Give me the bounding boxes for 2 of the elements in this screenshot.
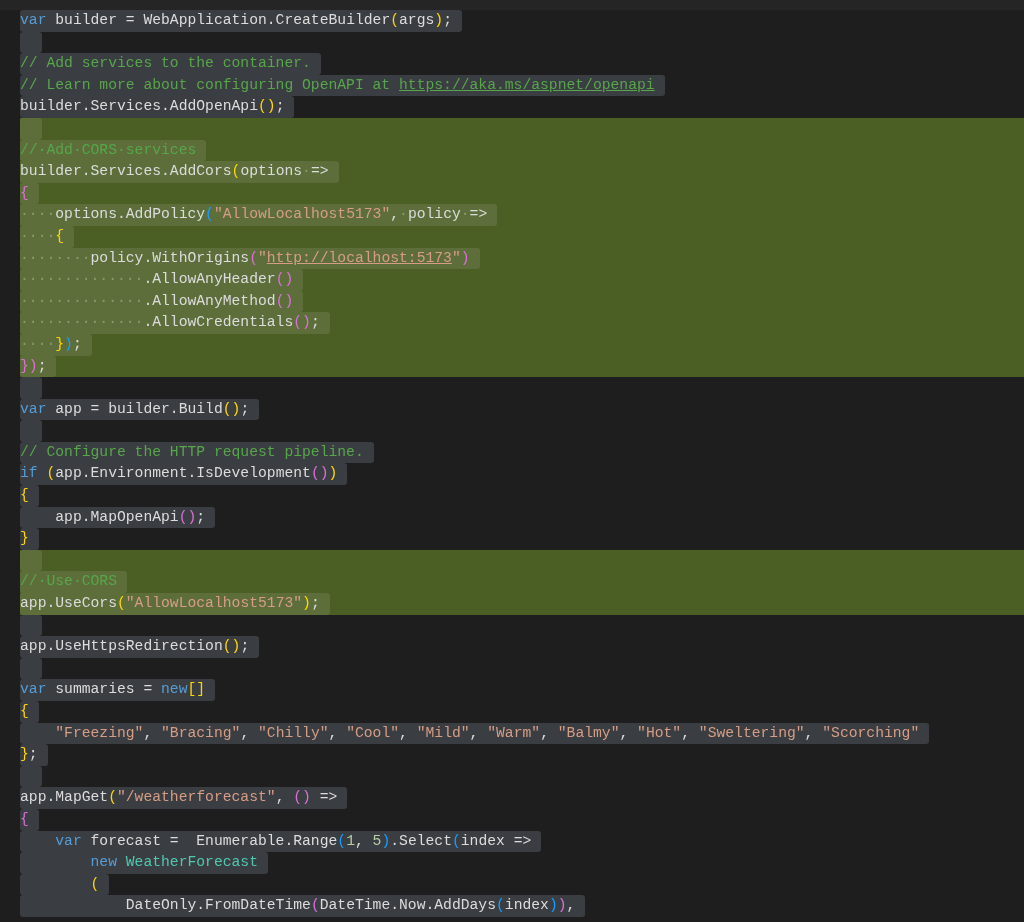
link[interactable]: http://localhost:5173 <box>266 249 452 266</box>
link[interactable]: https://aka.ms/aspnet/openapi <box>399 76 655 93</box>
